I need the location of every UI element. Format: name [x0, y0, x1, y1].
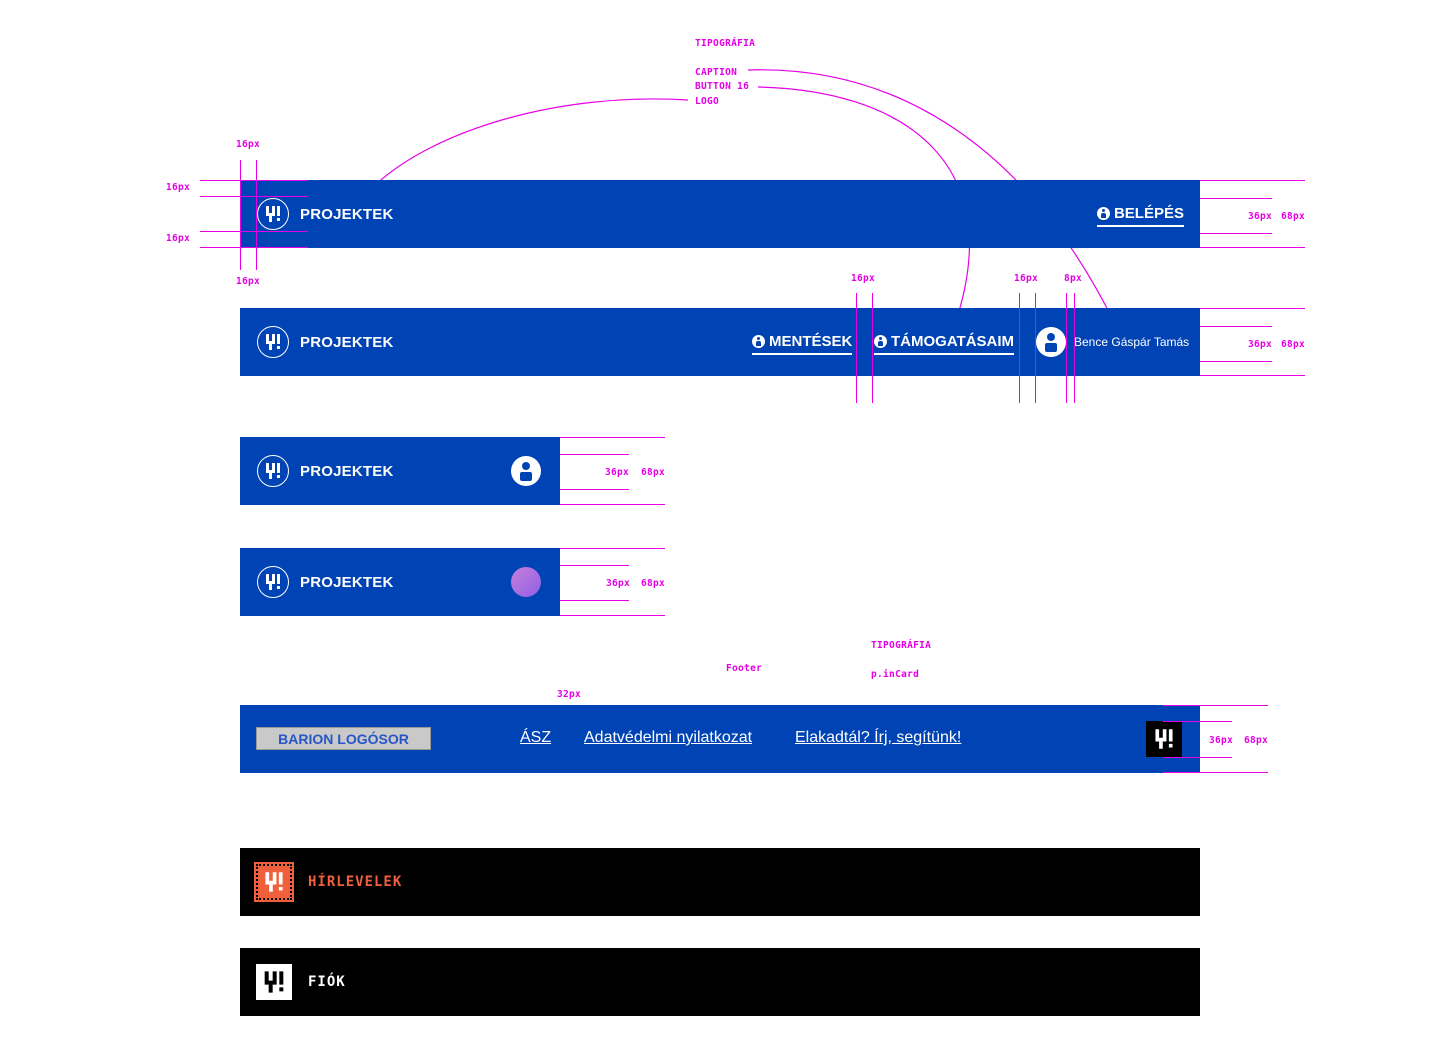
annotation-button16: BUTTON 16: [695, 81, 750, 92]
annotation-pincard: p.inCard: [871, 669, 920, 680]
annotation-68px: 68px: [641, 467, 666, 478]
logo-4-icon[interactable]: [257, 198, 289, 230]
footer: BARION LOGÓSOR ÁSZ Adatvédelmi nyilatkoz…: [240, 705, 1200, 773]
user-circle-icon: [1096, 207, 1110, 220]
logo-4-icon[interactable]: [1146, 721, 1182, 757]
annotation-16px: 16px: [236, 139, 261, 150]
brand-title[interactable]: PROJEKTEK: [300, 206, 394, 223]
annotation-36px: 36px: [1209, 735, 1234, 746]
gradient-avatar[interactable]: [511, 567, 541, 597]
brand-title[interactable]: PROJEKTEK: [300, 574, 394, 591]
annotation-8px: 8px: [1064, 273, 1083, 284]
logo-4-icon[interactable]: [257, 326, 289, 358]
annotation-caption: CAPTION: [695, 67, 738, 78]
footer-link-privacy[interactable]: Adatvédelmi nyilatkozat: [584, 729, 752, 747]
saved-label: MENTÉSEK: [769, 333, 853, 350]
annotation-68px: 68px: [1244, 735, 1269, 746]
logo-4-icon[interactable]: [257, 566, 289, 598]
annotation-68px: 68px: [1281, 211, 1306, 222]
user-avatar-icon[interactable]: [1036, 327, 1066, 357]
account-label[interactable]: FIÓK: [308, 974, 346, 990]
user-circle-icon: [874, 335, 887, 348]
annotation-36px: 36px: [1248, 339, 1273, 350]
logo-4-icon: [256, 964, 292, 1000]
newsletter-bar: HÍRLEVELEK: [240, 848, 1200, 916]
supports-label: TÁMOGATÁSAIM: [891, 333, 1015, 350]
footer-link-asz[interactable]: ÁSZ: [520, 729, 551, 747]
login-button[interactable]: BELÉPÉS: [1096, 205, 1184, 227]
annotation-tipografia: TIPOGRÁFIA: [871, 640, 932, 651]
newsletter-label[interactable]: HÍRLEVELEK: [308, 874, 402, 890]
header-logged-in: PROJEKTEK MENTÉSEK TÁMOGATÁSAIM Bence Gá…: [240, 308, 1200, 376]
annotation-16px: 16px: [851, 273, 876, 284]
annotation-36px: 36px: [1248, 211, 1273, 222]
logo-4-icon[interactable]: [257, 455, 289, 487]
header-logged-out: PROJEKTEK BELÉPÉS: [240, 180, 1200, 248]
user-name[interactable]: Bence Gáspár Tamás: [1074, 335, 1189, 349]
brand-title[interactable]: PROJEKTEK: [300, 463, 394, 480]
annotation-36px: 36px: [605, 467, 630, 478]
header-mobile-avatar: PROJEKTEK: [240, 437, 560, 505]
footer-link-help[interactable]: Elakadtál? Írj, segítünk!: [795, 729, 961, 747]
annotation-tipografia: TIPOGRÁFIA: [695, 38, 756, 49]
annotation-16px: 16px: [1014, 273, 1039, 284]
user-circle-icon: [752, 335, 765, 348]
annotation-36px: 36px: [606, 578, 631, 589]
annotation-16px: 16px: [166, 182, 191, 193]
annotation-68px: 68px: [641, 578, 666, 589]
account-bar: FIÓK: [240, 948, 1200, 1016]
login-label: BELÉPÉS: [1113, 205, 1184, 222]
annotation-68px: 68px: [1281, 339, 1306, 350]
header-mobile-photo: PROJEKTEK: [240, 548, 560, 616]
annotation-16px: 16px: [166, 233, 191, 244]
annotation-32px: 32px: [557, 689, 582, 700]
brand-title[interactable]: PROJEKTEK: [300, 334, 394, 351]
saved-button[interactable]: MENTÉSEK: [752, 333, 853, 355]
supports-button[interactable]: TÁMOGATÁSAIM: [874, 333, 1015, 355]
annotation-footer: Footer: [726, 663, 763, 674]
user-avatar-icon[interactable]: [511, 456, 541, 486]
annotation-logo: LOGO: [695, 96, 720, 107]
annotation-16px: 16px: [236, 276, 261, 287]
newsletter-stamp-icon: [254, 862, 294, 902]
barion-logo-row: BARION LOGÓSOR: [256, 727, 431, 750]
